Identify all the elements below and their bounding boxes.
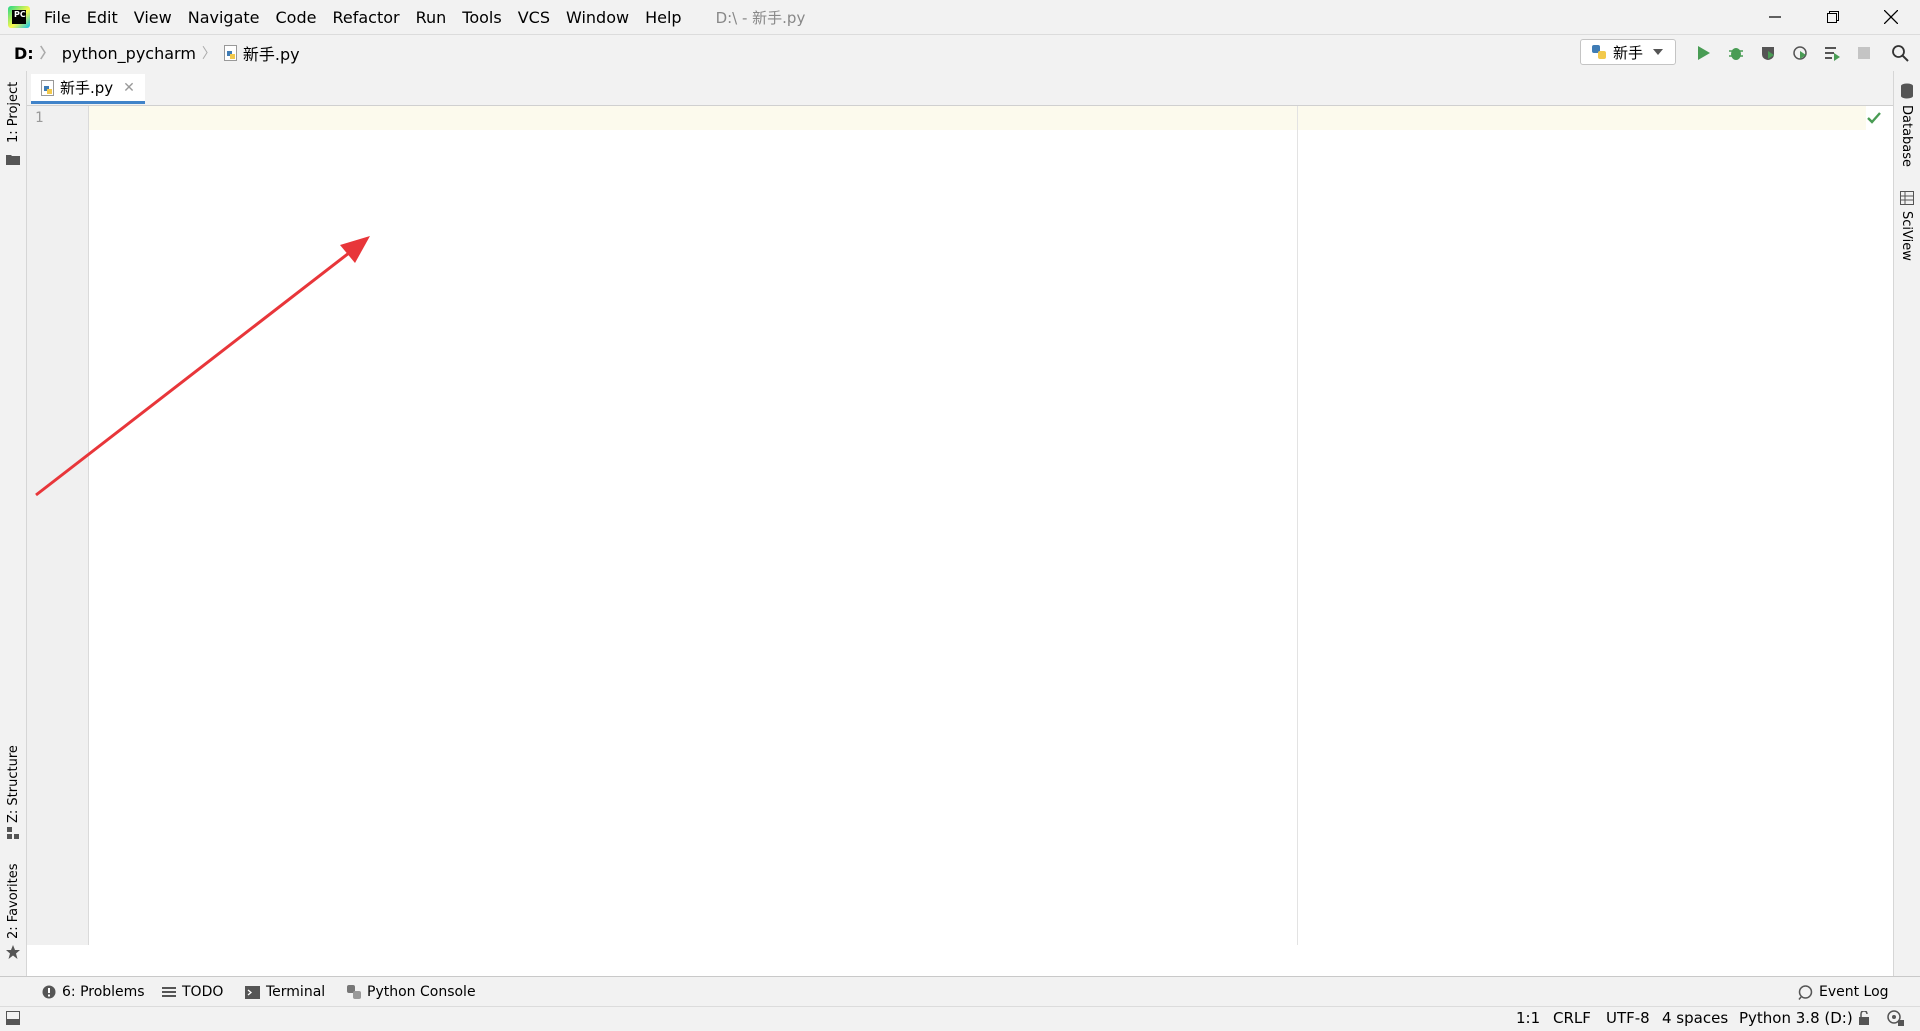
chevron-right-icon: 〉 [39, 46, 54, 62]
status-bar: 1:1 CRLF UTF-8 4 spaces Python 3.8 (D:) [0, 1006, 1920, 1031]
run-list-icon [1825, 47, 1840, 61]
favorites-tool-button[interactable]: 2: Favorites [0, 861, 26, 961]
structure-tab-label: Z: Structure [6, 745, 21, 823]
window-controls [1746, 0, 1920, 34]
restore-icon [1827, 11, 1839, 23]
concurrency-button[interactable] [1816, 35, 1848, 71]
chevron-right-icon: 〉 [201, 46, 216, 62]
database-tab-label: Database [1899, 105, 1914, 168]
tool-windows-toggle-icon[interactable] [6, 1011, 20, 1025]
menu-bar: PC File Edit View Navigate Code Refactor… [0, 0, 1920, 34]
editor-tab-bar: 新手.py ✕ [27, 71, 1893, 106]
window-title: D:\ - 新手.py [715, 8, 806, 27]
terminal-icon [245, 985, 260, 999]
lock-icon[interactable] [1858, 1011, 1872, 1025]
list-icon [162, 987, 176, 997]
search-everywhere-button[interactable] [1880, 35, 1920, 71]
pycharm-logo-icon: PC [8, 6, 30, 28]
terminal-tool-button[interactable]: Terminal [245, 977, 325, 1007]
run-toolbar [1688, 35, 1920, 71]
menu-refactor[interactable]: Refactor [332, 8, 399, 27]
project-tool-button[interactable]: 1: Project [0, 75, 26, 165]
python-icon [347, 985, 361, 999]
sciview-tab-label: SciView [1899, 211, 1914, 261]
right-tool-stripe: Database SciView [1893, 71, 1920, 976]
run-configuration-select[interactable]: 新手 [1580, 39, 1676, 65]
navigation-bar: D: 〉 python_pycharm 〉 新手.py 新手 [0, 34, 1920, 72]
menu-window[interactable]: Window [566, 8, 629, 27]
python-icon [1592, 45, 1606, 59]
chevron-down-icon [1653, 49, 1664, 55]
caret-row-highlight [89, 106, 1866, 130]
run-icon [1698, 46, 1710, 60]
shield-icon [1762, 47, 1774, 60]
star-icon [6, 945, 20, 959]
problems-icon [42, 985, 56, 999]
structure-tool-button[interactable]: Z: Structure [0, 741, 26, 841]
interpreter-selector[interactable]: Python 3.8 (D:) [1739, 1009, 1853, 1027]
todo-tool-button[interactable]: TODO [162, 977, 223, 1007]
tab-close-icon[interactable]: ✕ [123, 80, 135, 96]
sciview-tool-button[interactable]: SciView [1894, 191, 1920, 271]
python-file-icon [41, 79, 54, 96]
problems-tool-button[interactable]: 6: Problems [42, 977, 145, 1007]
event-log-tool-button[interactable]: Event Log [1798, 977, 1889, 1007]
breadcrumb-project[interactable]: python_pycharm 〉 [62, 43, 216, 63]
search-icon [1892, 45, 1909, 62]
debug-button[interactable] [1720, 35, 1752, 71]
restore-button[interactable] [1804, 0, 1862, 34]
line-number: 1 [35, 110, 44, 126]
code-editor[interactable] [89, 106, 1893, 945]
bottom-tool-bar: 6: Problems TODO Terminal Python Console… [0, 976, 1920, 1007]
bug-icon [1729, 48, 1743, 60]
coverage-button[interactable] [1752, 35, 1784, 71]
left-tool-stripe: 1: Project Z: Structure 2: Favorites [0, 71, 27, 976]
line-number-gutter: 1 [27, 106, 89, 945]
menu-edit[interactable]: Edit [87, 8, 118, 27]
close-icon [1884, 10, 1898, 24]
database-tool-button[interactable]: Database [1894, 83, 1920, 167]
editor-tab-active[interactable]: 新手.py ✕ [31, 74, 145, 104]
indent-selector[interactable]: 4 spaces [1662, 1009, 1728, 1027]
minimize-icon [1769, 16, 1781, 18]
right-margin-guide [1297, 106, 1298, 945]
close-window-button[interactable] [1862, 0, 1920, 34]
menu-file[interactable]: File [44, 8, 71, 27]
structure-icon [7, 827, 19, 839]
stop-button[interactable] [1848, 35, 1880, 71]
breadcrumb-file[interactable]: 新手.py [223, 41, 300, 65]
inspector-icon[interactable] [1886, 1010, 1904, 1026]
profile-button[interactable] [1784, 35, 1816, 71]
menu-run[interactable]: Run [416, 8, 447, 27]
breadcrumb-drive[interactable]: D: 〉 [14, 43, 54, 63]
project-tab-label: 1: Project [6, 81, 21, 143]
profiler-icon [1793, 46, 1807, 60]
line-ending-selector[interactable]: CRLF [1553, 1009, 1591, 1027]
table-icon [1900, 191, 1914, 205]
stop-icon [1858, 47, 1870, 59]
editor-tab-label: 新手.py [60, 79, 114, 97]
menu-view[interactable]: View [134, 8, 172, 27]
python-console-tool-button[interactable]: Python Console [347, 977, 476, 1007]
event-log-icon [1798, 984, 1813, 1000]
folder-icon [6, 155, 20, 165]
menu-help[interactable]: Help [645, 8, 681, 27]
favorites-tab-label: 2: Favorites [6, 863, 21, 939]
encoding-selector[interactable]: UTF-8 [1606, 1009, 1650, 1027]
database-icon [1901, 83, 1913, 99]
python-file-icon [223, 45, 237, 61]
caret-position[interactable]: 1:1 [1516, 1009, 1540, 1027]
menu-vcs[interactable]: VCS [518, 8, 550, 27]
checkmark-icon [1867, 112, 1881, 124]
menu-code[interactable]: Code [276, 8, 317, 27]
menu-navigate[interactable]: Navigate [188, 8, 260, 27]
menu-tools[interactable]: Tools [462, 8, 501, 27]
minimize-button[interactable] [1746, 0, 1804, 34]
run-button[interactable] [1688, 35, 1720, 71]
